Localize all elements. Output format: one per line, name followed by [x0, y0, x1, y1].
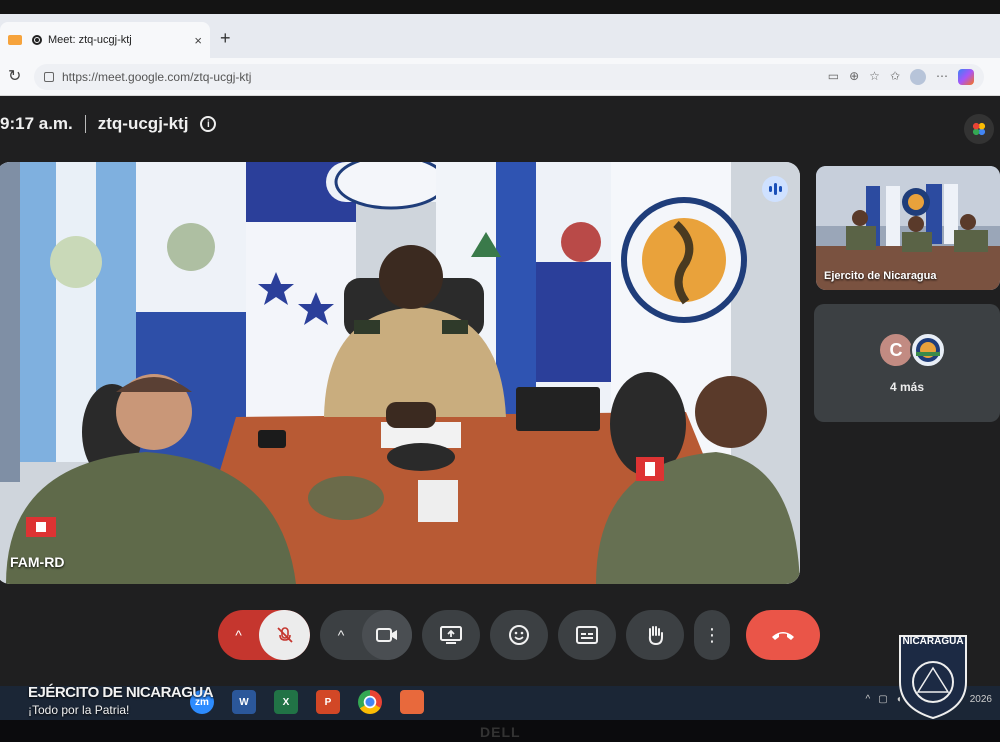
hangup-icon [772, 632, 794, 640]
browser-tools: ▭ ⊕ ☆ ✩ ⋯ [828, 69, 984, 85]
main-video-feed [0, 162, 800, 584]
info-icon[interactable]: i [200, 116, 217, 132]
badge-title: NICARAGUA [902, 636, 964, 647]
camera-control-group[interactable]: ^ [320, 610, 412, 660]
meeting-time: 9:17 a.m. [0, 114, 73, 133]
menu-icon[interactable]: ⋯ [936, 69, 948, 85]
url-text: https://meet.google.com/ztq-ucgj-ktj [62, 70, 252, 84]
present-icon [440, 626, 462, 644]
side-participant-name: Ejercito de Nicaragua [824, 270, 937, 282]
word-app-icon[interactable]: W [232, 690, 256, 714]
screen: Meet: ztq-ucgj-ktj × + ↻ https://meet.go… [0, 0, 1000, 742]
main-participant-name: FAM-RD [10, 554, 65, 570]
cfac-logo-icon [916, 338, 940, 362]
reload-icon[interactable]: ↻ [8, 66, 21, 86]
apps-icon[interactable] [964, 114, 994, 144]
monitor-logo-icon: DELL [480, 724, 521, 740]
hangup-button[interactable] [746, 610, 820, 660]
address-bar-row: ↻ https://meet.google.com/ztq-ucgj-ktj ▭… [0, 58, 1000, 96]
camera-permission-icon[interactable]: ▭ [828, 69, 839, 85]
tray-year: 2026 [969, 694, 992, 705]
camera-icon [8, 35, 22, 45]
zoom-icon[interactable]: ⊕ [849, 69, 859, 85]
captions-button[interactable] [558, 610, 616, 660]
browser-tabbar: Meet: ztq-ucgj-ktj × + [0, 14, 1000, 58]
watermark: EJÉRCITO DE NICARAGUA ¡Todo por la Patri… [28, 684, 214, 717]
avatar: C [878, 332, 914, 368]
close-tab-button[interactable]: × [194, 33, 202, 48]
taskbar-apps: zm W X P [190, 690, 424, 714]
main-video-tile[interactable]: FAM-RD [0, 162, 800, 584]
more-options-button[interactable]: ⋮ [694, 610, 730, 660]
participant-tile-nicaragua[interactable]: Ejercito de Nicaragua [816, 166, 1000, 290]
present-button[interactable] [422, 610, 480, 660]
watermark-title: EJÉRCITO DE NICARAGUA [28, 684, 214, 701]
excel-app-icon[interactable]: X [274, 690, 298, 714]
mic-options-chevron-icon[interactable]: ^ [218, 627, 259, 643]
more-icon: ⋮ [703, 625, 721, 645]
favorite-icon[interactable]: ☆ [869, 69, 880, 85]
new-tab-button[interactable]: + [220, 28, 231, 49]
app-icon[interactable] [400, 690, 424, 714]
chrome-app-icon[interactable] [358, 690, 382, 714]
avatar-logo [910, 332, 946, 368]
meet-area: 9:17 a.m. ztq-ucgj-ktj i FAM-RD Ejercito… [0, 96, 1000, 686]
camera-options-chevron-icon[interactable]: ^ [320, 627, 362, 643]
lock-icon[interactable] [44, 72, 54, 82]
more-participants-tile[interactable]: C 4 más [814, 304, 1000, 422]
more-participants-count: 4 más [889, 380, 925, 394]
powerpoint-app-icon[interactable]: P [316, 690, 340, 714]
header-divider [84, 115, 86, 133]
speaking-icon [762, 176, 788, 202]
mic-off-icon[interactable] [259, 610, 310, 660]
profile-avatar[interactable] [910, 69, 926, 85]
mic-control-group[interactable]: ^ [218, 610, 310, 660]
copilot-icon[interactable] [958, 69, 974, 85]
meeting-code: ztq-ucgj-ktj [97, 114, 189, 133]
browser-tab[interactable]: Meet: ztq-ucgj-ktj × [0, 22, 210, 58]
avatar-stack: C [878, 332, 946, 368]
call-controls: ^ ^ ⋮ [218, 608, 830, 662]
monitor-bezel: DELL [0, 720, 1000, 742]
address-bar[interactable]: https://meet.google.com/ztq-ucgj-ktj ▭ ⊕… [34, 64, 984, 90]
reactions-button[interactable] [490, 610, 548, 660]
captions-icon [576, 626, 598, 644]
record-icon [32, 35, 42, 45]
tab-title: Meet: ztq-ucgj-ktj [48, 34, 132, 46]
watermark-slogan: ¡Todo por la Patria! [28, 703, 130, 717]
tray-chevron-icon[interactable]: ^ [866, 694, 871, 705]
network-icon[interactable]: ▢ [878, 694, 887, 705]
raise-hand-button[interactable] [626, 610, 684, 660]
collections-icon[interactable]: ✩ [890, 69, 900, 85]
emoji-icon [509, 625, 529, 645]
raise-hand-icon [648, 626, 663, 646]
meeting-header: 9:17 a.m. ztq-ucgj-ktj i [0, 114, 217, 134]
video-icon[interactable] [362, 610, 412, 660]
